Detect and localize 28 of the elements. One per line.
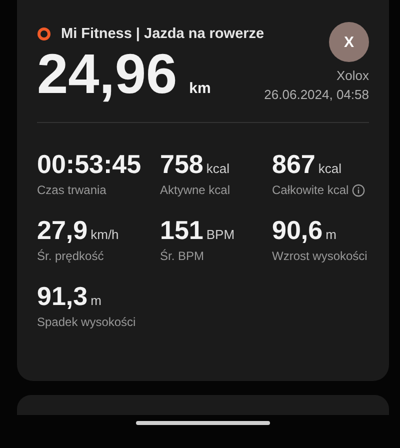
stat-unit: kcal — [318, 161, 342, 176]
activity-date: 26.06.2024, 04:58 — [264, 86, 369, 104]
stat-label: Aktywne kcal — [160, 183, 230, 197]
stat-value: 758 — [160, 151, 204, 177]
stat-unit: kcal — [206, 161, 230, 176]
distance-unit: km — [189, 80, 211, 97]
distance-value: 24,96 — [37, 46, 178, 102]
stat-value: 151 — [160, 217, 204, 243]
stat-label: Wzrost wysokości — [272, 249, 368, 263]
stat-value: 90,6 — [272, 217, 323, 243]
user-name: Xolox — [336, 67, 369, 85]
stat-label: Śr. BPM — [160, 249, 204, 263]
stat-unit: BPM — [206, 227, 235, 242]
stat-label: Czas trwania — [37, 183, 106, 197]
info-icon[interactable] — [352, 184, 365, 196]
stat-label: Spadek wysokości — [37, 315, 136, 329]
stat-value: 00:53:45 — [37, 151, 142, 177]
stat-value: 91,3 — [37, 283, 88, 309]
stat-value: 867 — [272, 151, 316, 177]
user-avatar[interactable]: X — [329, 22, 369, 62]
stat-unit: m — [90, 293, 102, 308]
stat-unit: m — [326, 227, 336, 242]
stat-label: Śr. prędkość — [37, 249, 104, 263]
ring-icon — [37, 27, 51, 41]
activity-title: Mi Fitness | Jazda na rowerze — [61, 26, 264, 42]
stat-value: 27,9 — [37, 217, 88, 243]
stat-unit: km/h — [90, 227, 119, 242]
stat-label: Całkowite kcal — [272, 183, 349, 197]
